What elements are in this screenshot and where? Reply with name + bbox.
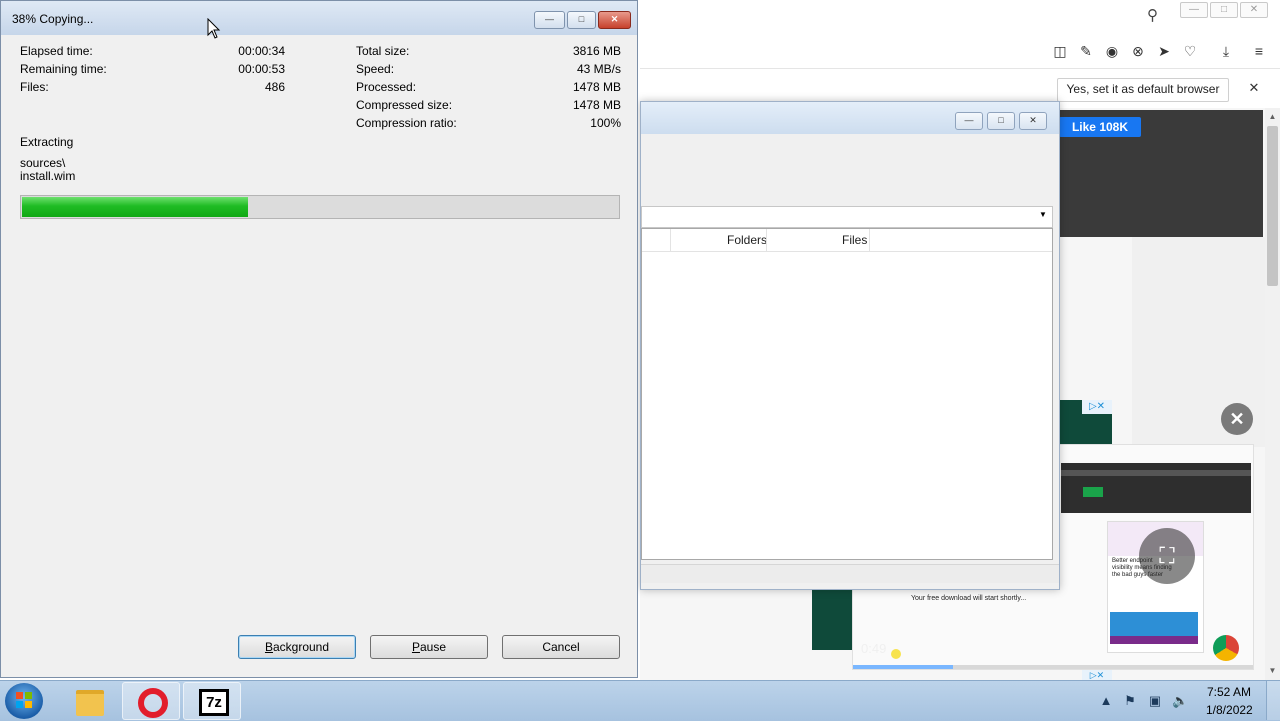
remaining-time-label: Remaining time: — [20, 62, 107, 76]
total-size-value: 3816 MB — [572, 44, 621, 58]
compressed-size-label: Compressed size: — [356, 98, 453, 112]
remaining-time-value: 00:00:53 — [238, 62, 285, 76]
browser-toolbar: ◫ ✎ ◉ ⊗ ➤ ♡ ⤓ ≡ — [640, 34, 1280, 69]
background-button[interactable]: Background — [238, 635, 356, 659]
taskbar-explorer[interactable] — [60, 682, 118, 720]
pause-button-label: ause — [419, 640, 447, 654]
zip-maximize-button[interactable]: □ — [987, 112, 1015, 130]
page-scrollbar-thumb[interactable] — [1267, 126, 1278, 286]
compression-ratio-label: Compression ratio: — [356, 116, 457, 130]
download-icon[interactable]: ⤓ — [1217, 42, 1235, 60]
dialog-close-button[interactable]: ✕ — [598, 11, 631, 29]
menu-icon[interactable]: ≡ — [1250, 42, 1268, 60]
dialog-title: 38% Copying... — [12, 12, 94, 26]
close-button[interactable]: ✕ — [1240, 2, 1268, 18]
processed-label: Processed: — [356, 80, 417, 94]
compressed-size-value: 1478 MB — [572, 98, 621, 112]
speed-value: 43 MB/s — [576, 62, 621, 76]
7zip-icon: 7z — [199, 689, 229, 716]
search-icon[interactable]: ⚲ — [1147, 6, 1165, 24]
background-button-label: ackground — [272, 640, 330, 654]
close-circle-icon[interactable]: ⊗ — [1129, 42, 1147, 60]
zip-file-list[interactable]: Folders Files — [641, 228, 1053, 560]
files-value: 486 — [264, 80, 285, 94]
operation-label: Extracting — [20, 135, 74, 149]
volume-muted-icon[interactable]: 🔈 — [1172, 693, 1188, 709]
zip-close-button[interactable]: ✕ — [1019, 112, 1047, 130]
copy-progress-dialog: 38% Copying... — □ ✕ Elapsed time: 00:00… — [0, 0, 638, 678]
zip-minimize-button[interactable]: — — [955, 112, 983, 130]
clock-date[interactable]: 1/8/2022 — [1206, 703, 1253, 717]
pause-button[interactable]: Pause — [370, 635, 488, 659]
speed-label: Speed: — [356, 62, 395, 76]
zip-file-manager-window: — □ ✕ ▼ Folders Files — [640, 101, 1060, 590]
scroll-down-icon[interactable]: ▼ — [1266, 666, 1279, 678]
column-separator — [670, 229, 671, 251]
minimize-button[interactable]: — — [1180, 2, 1208, 18]
copy-progress-fill — [22, 197, 248, 217]
opera-icon — [138, 688, 168, 718]
adchoices-lower-icon[interactable]: ▷✕ — [1082, 670, 1112, 680]
dialog-minimize-button[interactable]: — — [534, 11, 565, 29]
network-icon[interactable]: ▣ — [1147, 693, 1163, 709]
scroll-up-icon[interactable]: ▲ — [1266, 112, 1279, 124]
files-label: Files: — [20, 80, 49, 94]
current-path-file: install.wim — [20, 169, 76, 183]
zip-status-bar — [641, 564, 1059, 583]
compression-ratio-value: 100% — [590, 116, 621, 130]
video-progress-bar[interactable] — [853, 665, 1253, 669]
video-frame-bar — [1061, 470, 1251, 476]
taskbar-7zip[interactable]: 7z — [183, 682, 241, 720]
edit-icon[interactable]: ✎ — [1077, 42, 1095, 60]
elapsed-time-value: 00:00:34 — [238, 44, 285, 58]
show-hidden-icons-icon[interactable]: ▲ — [1098, 693, 1114, 709]
zip-list-header: Folders Files — [642, 229, 1052, 252]
column-separator — [869, 229, 870, 251]
infobar-close-icon[interactable]: ✕ — [1246, 80, 1262, 96]
video-close-icon[interactable]: ✕ — [1221, 403, 1253, 435]
video-cursor-dot — [891, 649, 901, 659]
start-button[interactable] — [5, 683, 43, 719]
maximize-button[interactable]: □ — [1210, 2, 1238, 18]
video-frame-button — [1083, 487, 1103, 497]
video-download-text: Your free download will start shortly... — [911, 595, 1027, 602]
column-separator — [766, 229, 767, 251]
column-folders[interactable]: Folders — [727, 233, 767, 247]
processed-value: 1478 MB — [572, 80, 621, 94]
send-icon[interactable]: ➤ — [1155, 42, 1173, 60]
current-path-folder: sources\ — [20, 156, 66, 170]
heart-icon[interactable]: ♡ — [1181, 42, 1199, 60]
folder-icon — [76, 690, 104, 716]
cancel-button[interactable]: Cancel — [502, 635, 620, 659]
show-desktop-button[interactable] — [1266, 681, 1280, 720]
camera-icon[interactable]: ◉ — [1103, 42, 1121, 60]
mouse-cursor-icon — [207, 18, 221, 39]
action-center-flag-icon[interactable]: ⚑ — [1122, 693, 1138, 709]
ad-block-lower — [812, 590, 852, 650]
copy-progress-bar — [20, 195, 620, 219]
browser-window-controls: — □ ✕ — [1180, 2, 1270, 18]
facebook-like-button[interactable]: Like 108K — [1059, 117, 1141, 137]
taskbar-opera[interactable] — [122, 682, 180, 720]
video-time: 0:49 — [861, 641, 887, 656]
column-files[interactable]: Files — [842, 233, 867, 247]
windows-logo-icon — [16, 692, 32, 708]
chrome-icon — [1213, 635, 1239, 661]
video-ad-panel-button — [1110, 636, 1198, 644]
adchoices-icon[interactable]: ▷✕ — [1082, 400, 1112, 414]
taskbar: 7z — [0, 680, 1280, 721]
elapsed-time-label: Elapsed time: — [20, 44, 93, 58]
fullscreen-icon[interactable]: ⛶ — [1139, 528, 1195, 584]
video-progress-fill — [853, 665, 953, 669]
set-default-browser-button[interactable]: Yes, set it as default browser — [1057, 78, 1229, 102]
zip-path-combo[interactable] — [641, 206, 1053, 228]
clock-time[interactable]: 7:52 AM — [1207, 685, 1251, 699]
bookmarks-icon[interactable]: ◫ — [1051, 42, 1069, 60]
total-size-label: Total size: — [356, 44, 410, 58]
dialog-maximize-button[interactable]: □ — [567, 11, 596, 29]
chevron-down-icon[interactable]: ▼ — [1039, 210, 1049, 220]
